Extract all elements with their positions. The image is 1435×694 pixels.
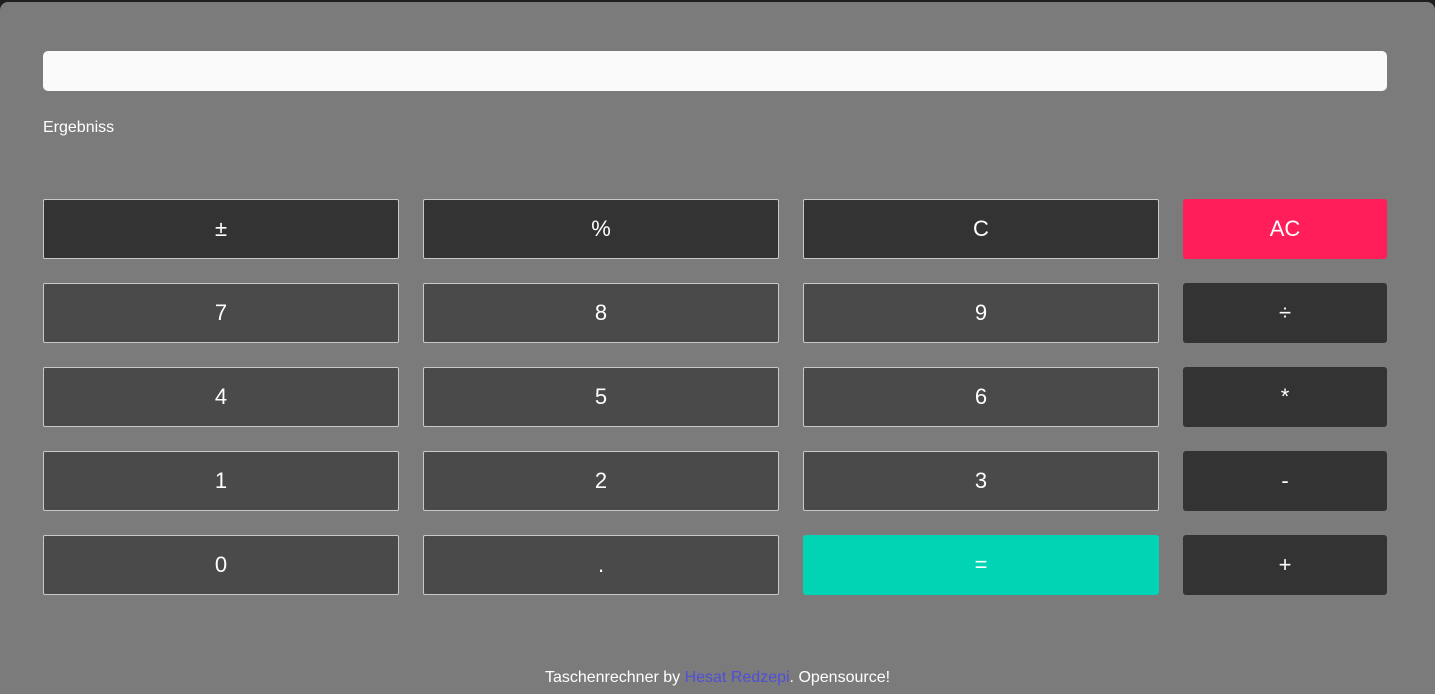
all-clear-button[interactable]: AC [1183,199,1387,259]
plus-button[interactable]: + [1183,535,1387,595]
digit-7-button[interactable]: 7 [43,283,399,343]
multiply-button[interactable]: * [1183,367,1387,427]
calculator-app: Ergebniss ± % C AC 7 8 9 ÷ 4 5 6 * 1 2 3… [0,2,1435,694]
calculator-display-input[interactable] [43,51,1387,91]
equals-button[interactable]: = [803,535,1159,595]
digit-8-button[interactable]: 8 [423,283,779,343]
digit-3-button[interactable]: 3 [803,451,1159,511]
author-link[interactable]: Hesat Redzepi [685,669,790,686]
clear-button[interactable]: C [803,199,1159,259]
digit-5-button[interactable]: 5 [423,367,779,427]
digit-6-button[interactable]: 6 [803,367,1159,427]
decimal-button[interactable]: . [423,535,779,595]
footer-prefix: Taschenrechner by [544,669,685,686]
divide-button[interactable]: ÷ [1183,283,1387,343]
digit-1-button[interactable]: 1 [43,451,399,511]
footer: Taschenrechner by Hesat Redzepi. Opensou… [0,669,1435,687]
footer-suffix: . Opensource! [789,669,891,686]
digit-2-button[interactable]: 2 [423,451,779,511]
minus-button[interactable]: - [1183,451,1387,511]
digit-0-button[interactable]: 0 [43,535,399,595]
digit-9-button[interactable]: 9 [803,283,1159,343]
result-label: Ergebniss [43,119,115,136]
plus-minus-button[interactable]: ± [43,199,399,259]
percent-button[interactable]: % [423,199,779,259]
digit-4-button[interactable]: 4 [43,367,399,427]
